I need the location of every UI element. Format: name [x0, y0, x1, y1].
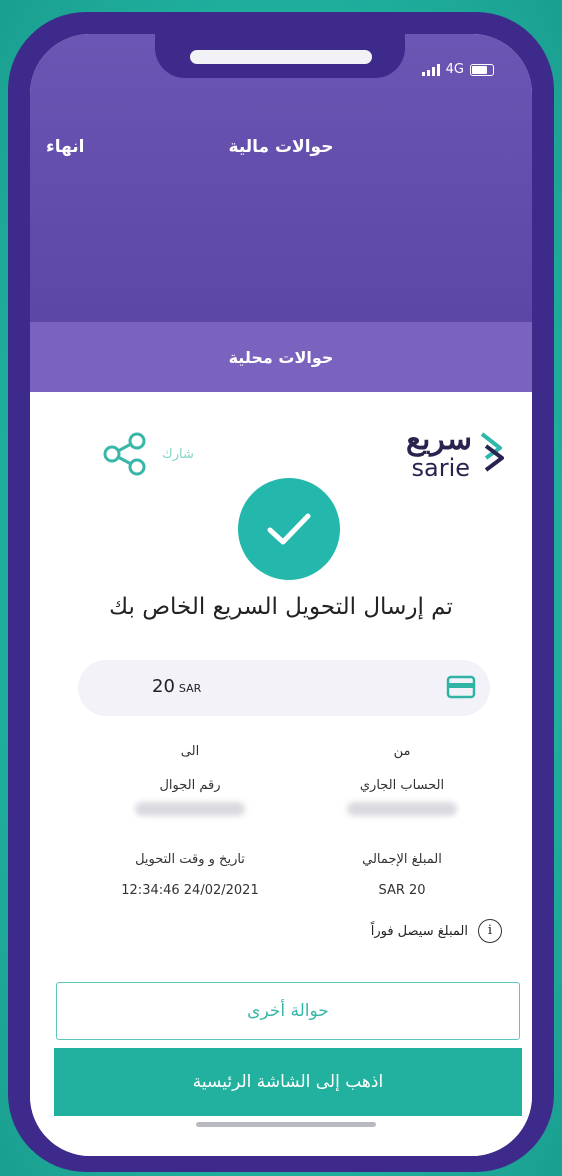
info-note: المبلغ سيصل فوراً	[370, 923, 468, 939]
go-home-button[interactable]: اذهب إلى الشاشة الرئيسية	[54, 1048, 522, 1116]
logo-english: sarie	[411, 454, 470, 482]
amount-box: 20 SAR	[78, 660, 490, 716]
network-label: 4G	[445, 62, 464, 77]
confirmation-message: تم إرسال التحويل السريع الخاص بك	[109, 594, 453, 620]
from-account-type: الحساب الجاري	[359, 778, 445, 793]
success-badge	[238, 478, 340, 580]
card-icon	[446, 675, 476, 699]
sarie-logo: سريع sarie	[400, 422, 510, 482]
datetime-value: 12:34:46 24/02/2021	[121, 883, 259, 898]
screen: انهاء حوالات مالية 4G حوالات محلية سريع …	[30, 34, 532, 1156]
to-type: رقم الجوال	[159, 778, 221, 793]
check-icon	[267, 513, 311, 545]
speaker	[190, 50, 372, 64]
phone-frame: انهاء حوالات مالية 4G حوالات محلية سريع …	[8, 12, 554, 1172]
share-icon	[103, 432, 146, 476]
from-label: من	[393, 744, 411, 759]
to-label: الى	[180, 744, 200, 759]
total-value: SAR 20	[378, 883, 426, 898]
another-transfer-button[interactable]: حوالة أخرى	[56, 982, 520, 1040]
info-row: المبلغ سيصل فوراً i	[371, 919, 502, 943]
sarie-mark-icon	[480, 432, 504, 472]
logo-arabic: سريع	[405, 422, 472, 457]
from-account-number-redacted	[302, 802, 502, 820]
amount-number: 20	[152, 676, 175, 697]
receipt-card: سريع sarie شارك تم إرسال التحويل السريع …	[30, 392, 532, 1156]
to-phone-number-redacted	[90, 802, 290, 820]
share-button[interactable]: شارك	[102, 432, 194, 476]
page-title: حوالات مالية	[228, 137, 334, 157]
info-icon[interactable]: i	[478, 919, 502, 943]
amount-value: 20 SAR	[152, 676, 201, 697]
home-indicator	[196, 1122, 376, 1127]
signal-icon	[421, 63, 440, 76]
battery-icon	[470, 63, 494, 76]
status-bar: 4G	[421, 62, 494, 77]
total-label: المبلغ الإجمالي	[362, 852, 442, 867]
tab-local-transfers[interactable]: حوالات محلية	[30, 322, 532, 392]
datetime-label: تاريخ و وقت التحويل	[135, 852, 245, 867]
share-label: شارك	[162, 446, 194, 462]
amount-currency: SAR	[178, 682, 202, 695]
